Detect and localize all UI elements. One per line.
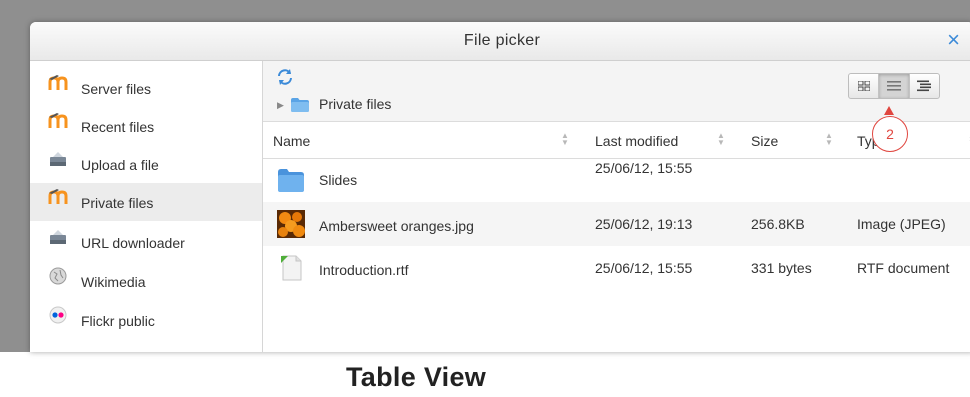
sidebar-item-label: Private files: [81, 195, 154, 211]
file-size: 256.8KB: [751, 216, 805, 232]
sidebar-item-recent-files[interactable]: Recent files: [30, 107, 262, 145]
caption: Table View: [346, 362, 487, 392]
close-icon[interactable]: ×: [947, 28, 960, 52]
sidebar-item-label: Wikimedia: [81, 274, 146, 290]
folder-icon: [278, 169, 304, 192]
file-name[interactable]: Ambersweet oranges.jpg: [319, 218, 474, 234]
tree-view-button[interactable]: [908, 74, 939, 98]
column-last-modified[interactable]: Last modified: [595, 133, 678, 149]
sidebar-item-label: URL downloader: [81, 235, 185, 251]
upload-icon: [50, 152, 66, 166]
file-name[interactable]: Introduction.rtf: [319, 262, 409, 278]
refresh-icon[interactable]: [275, 67, 295, 87]
repository-sidebar: Server files Recent files Upload a file …: [30, 61, 263, 352]
table-row[interactable]: Slides 25/06/12, 15:55: [263, 158, 970, 202]
callout-marker: 2: [872, 116, 908, 152]
dialog-titlebar: File picker ×: [30, 22, 970, 61]
column-size[interactable]: Size: [751, 133, 778, 149]
sidebar-item-flickr-public[interactable]: Flickr public: [30, 301, 262, 339]
sort-icon: ▲▼: [561, 131, 569, 147]
table-row[interactable]: Ambersweet oranges.jpg 25/06/12, 19:13 2…: [263, 202, 970, 246]
grid-icon: [857, 81, 870, 91]
image-thumbnail-icon: [277, 210, 305, 238]
toolbar: ▶ Private files: [263, 61, 970, 121]
file-type: Image (JPEG): [857, 216, 946, 232]
sidebar-item-url-downloader[interactable]: URL downloader: [30, 223, 262, 261]
document-icon: [281, 255, 302, 281]
sidebar-item-upload-a-file[interactable]: Upload a file: [30, 145, 262, 183]
file-size: 331 bytes: [751, 260, 812, 276]
list-icon: [886, 81, 901, 91]
view-switcher: [848, 73, 940, 99]
moodle-icon: [48, 75, 68, 90]
sidebar-item-label: Recent files: [81, 119, 155, 135]
sidebar-item-label: Flickr public: [81, 313, 155, 329]
table-row[interactable]: Introduction.rtf 25/06/12, 15:55 331 byt…: [263, 246, 970, 290]
column-name[interactable]: Name: [273, 133, 310, 149]
file-modified: 25/06/12, 15:55: [595, 260, 693, 276]
sidebar-item-wikimedia[interactable]: Wikimedia: [30, 262, 262, 300]
breadcrumb-arrow-icon: ▶: [277, 100, 284, 110]
flickr-icon: [49, 306, 67, 324]
file-name[interactable]: Slides: [319, 172, 357, 188]
table-header: Name ▲▼ Last modified ▲▼ Size ▲▼ Type ▲▼: [263, 121, 970, 159]
sort-icon: ▲▼: [825, 131, 833, 147]
sidebar-item-private-files[interactable]: Private files: [30, 183, 262, 221]
callout-pointer: [884, 106, 894, 115]
breadcrumb-private-files[interactable]: Private files: [319, 96, 391, 112]
dialog-title: File picker: [463, 32, 541, 49]
file-picker-dialog: File picker × Server files Recent files: [30, 22, 970, 352]
file-modified: 25/06/12, 15:55: [595, 160, 693, 176]
file-browser: ▶ Private files Name ▲ ▼ Last modified ▲…: [263, 61, 970, 352]
file-type: RTF document: [857, 260, 950, 276]
table-view-button[interactable]: [878, 74, 909, 98]
file-modified: 25/06/12, 19:13: [595, 216, 693, 232]
moodle-icon: [48, 189, 68, 204]
url-icon: [50, 230, 66, 244]
sidebar-item-label: Server files: [81, 81, 152, 97]
wikimedia-icon: [49, 267, 67, 285]
moodle-icon: [48, 113, 68, 128]
sidebar-item-label: Upload a file: [81, 157, 159, 173]
tree-icon: [917, 80, 932, 92]
icon-view-button[interactable]: [849, 74, 878, 98]
sidebar-item-server-files[interactable]: Server files: [30, 69, 262, 107]
sort-icon: ▲▼: [717, 131, 725, 147]
folder-icon: [291, 98, 309, 112]
